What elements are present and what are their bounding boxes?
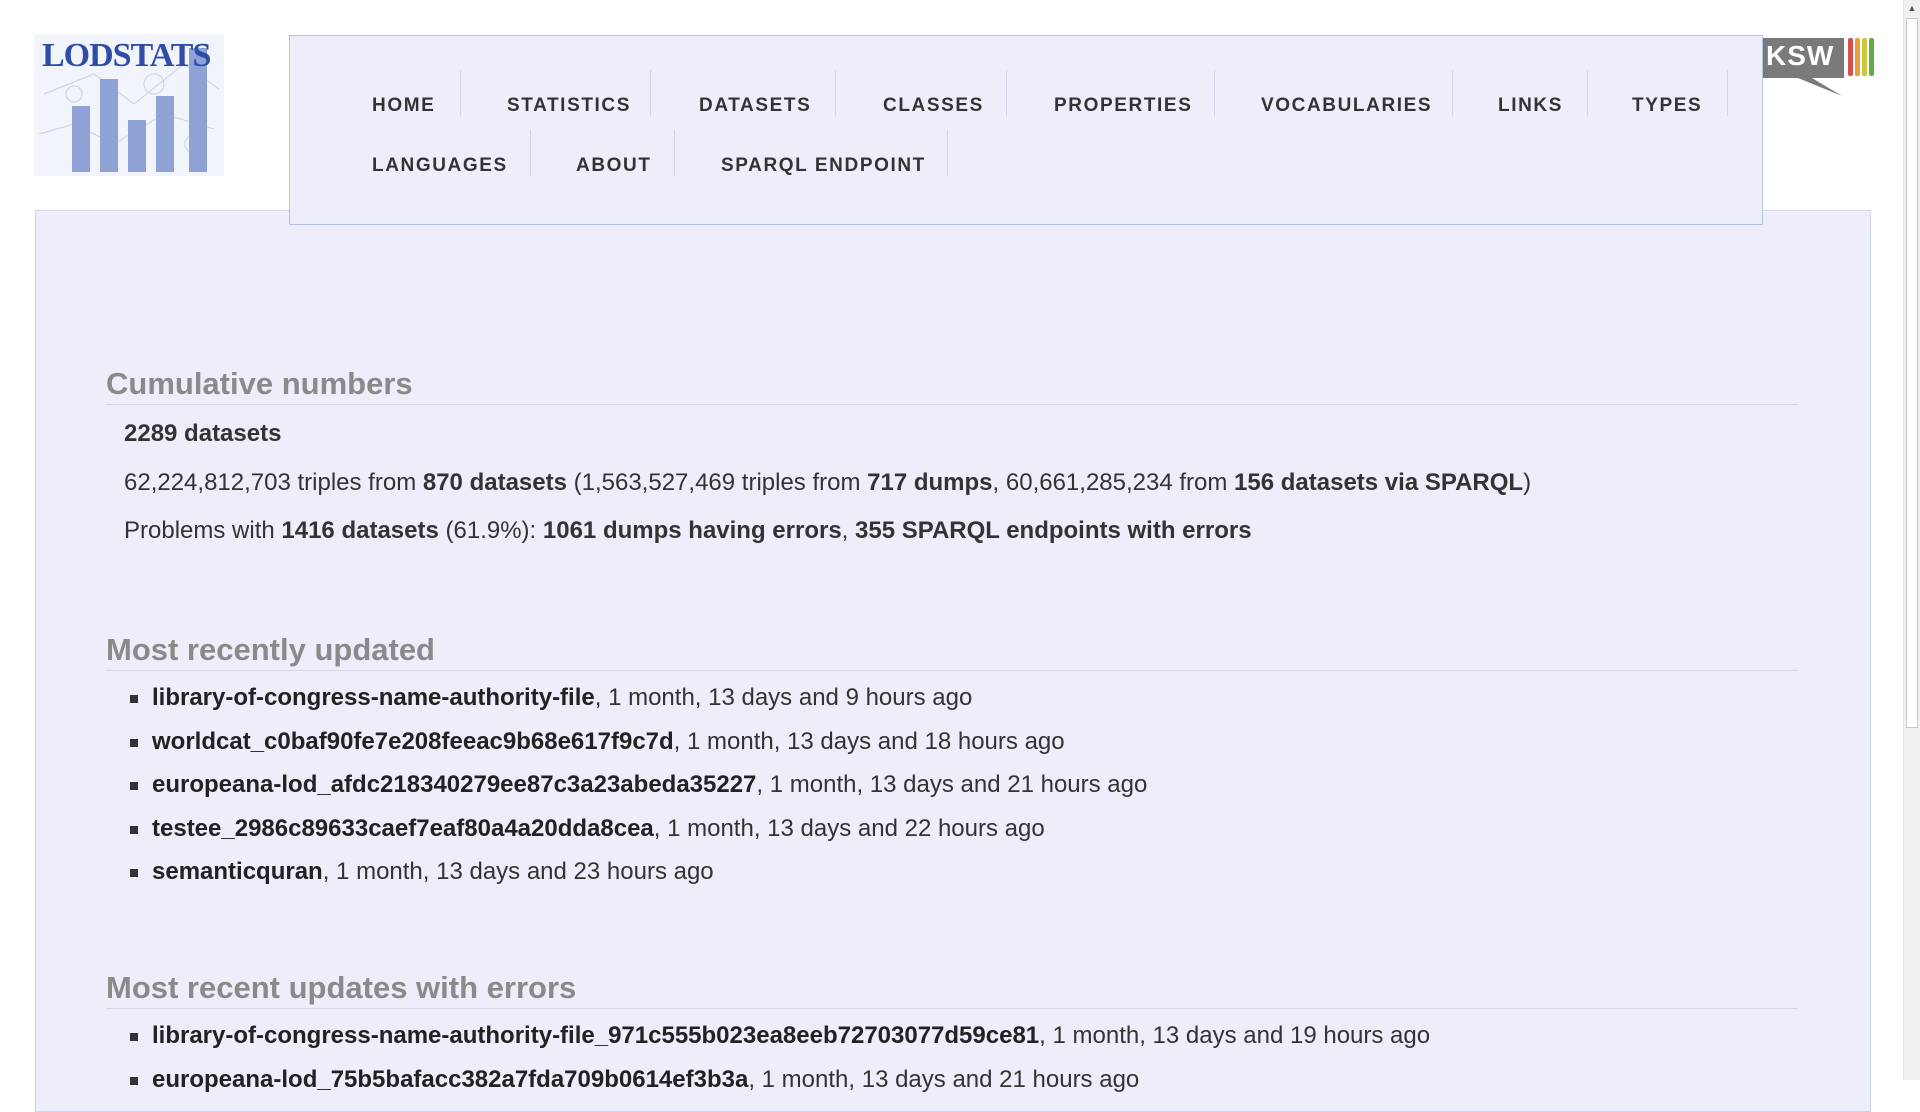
nav-separator <box>460 70 461 116</box>
errors-heading: Most recent updates with errors <box>106 970 1798 1009</box>
problems-datasets: 1416 datasets <box>281 517 439 544</box>
nav-statistics[interactable]: STATISTICS <box>507 83 631 129</box>
nav-separator <box>530 130 531 176</box>
logo-text: LODSTATS <box>42 37 211 74</box>
dataset-link[interactable]: library-of-congress-name-authority-file <box>152 684 595 711</box>
list-item: europeana-lod_afdc218340279ee87c3a23abed… <box>130 768 1147 812</box>
nav-separator <box>1006 70 1007 116</box>
list-item: worldcat_c0baf90fe7e208feeac9b68e617f9c7… <box>130 725 1147 769</box>
nav-separator <box>650 70 651 116</box>
dataset-link[interactable]: europeana-lod_afdc218340279ee87c3a23abed… <box>152 771 756 798</box>
list-item: library-of-congress-name-authority-file_… <box>130 1019 1430 1063</box>
dataset-link[interactable]: worldcat_c0baf90fe7e208feeac9b68e617f9c7… <box>152 728 674 755</box>
updated-time: , 1 month, 13 days and 21 hours ago <box>748 1065 1140 1093</box>
dump-triples: 1,563,527,469 <box>581 469 736 496</box>
nav-separator <box>1214 70 1215 116</box>
updated-time: , 1 month, 13 days and 23 hours ago <box>322 858 714 885</box>
list-item: testee_2986c89633caef7eaf80a4a20dda8cea,… <box>130 812 1147 856</box>
dataset-link[interactable]: library-of-congress-name-authority-file_… <box>152 1022 1039 1049</box>
nav-properties[interactable]: PROPERTIES <box>1054 83 1192 129</box>
triples-total: 62,224,812,703 <box>124 469 291 496</box>
text-fragment: ) <box>1523 469 1532 496</box>
aksw-logo[interactable]: KSW <box>1762 34 1874 100</box>
recent-list: library-of-congress-name-authority-file,… <box>130 681 1147 899</box>
vertical-scrollbar[interactable]: ▲ <box>1903 0 1920 1080</box>
updated-time: , 1 month, 13 days and 19 hours ago <box>1039 1022 1431 1049</box>
problems-percent: (61.9%): <box>438 517 543 544</box>
nav-separator <box>835 70 836 116</box>
nav-separator <box>1452 70 1453 116</box>
triples-summary: 62,224,812,703 triples from 870 datasets… <box>124 469 1531 497</box>
nav-separator <box>1587 70 1588 116</box>
problems-summary: Problems with 1416 datasets (61.9%): 106… <box>124 517 1252 545</box>
errors-list: library-of-congress-name-authority-file_… <box>130 1019 1430 1106</box>
datasets-total: 2289 datasets <box>124 420 282 447</box>
lodstats-logo[interactable]: LODSTATS <box>34 34 224 176</box>
nav-separator <box>947 130 948 176</box>
nav-about[interactable]: ABOUT <box>576 143 652 189</box>
nav-links[interactable]: LINKS <box>1498 83 1563 129</box>
text-fragment: ( <box>566 469 582 496</box>
scroll-up-arrow-icon[interactable]: ▲ <box>1904 0 1920 16</box>
nav-separator <box>1727 70 1728 116</box>
main-nav: HOME STATISTICS DATASETS CLASSES PROPERT… <box>289 35 1763 225</box>
nav-vocabularies[interactable]: VOCABULARIES <box>1261 83 1432 129</box>
dataset-link[interactable]: semanticquran <box>152 858 323 885</box>
nav-home[interactable]: HOME <box>372 83 435 129</box>
nav-datasets[interactable]: DATASETS <box>699 83 811 129</box>
updated-time: , 1 month, 13 days and 9 hours ago <box>594 684 973 711</box>
updated-time: , 1 month, 13 days and 22 hours ago <box>653 814 1045 842</box>
sparql-datasets: 156 datasets via SPARQL <box>1234 469 1524 496</box>
text-fragment: , <box>992 469 1006 496</box>
updated-time: , 1 month, 13 days and 18 hours ago <box>673 727 1065 755</box>
text-fragment: Problems with <box>124 517 282 544</box>
aksw-logo-text: KSW <box>1766 40 1835 71</box>
recent-heading: Most recently updated <box>106 632 1798 671</box>
scrollbar-thumb[interactable] <box>1906 18 1918 728</box>
nav-sparql-endpoint[interactable]: SPARQL ENDPOINT <box>721 143 926 189</box>
datasets-count: 870 datasets <box>422 469 567 496</box>
list-item: semanticquran, 1 month, 13 days and 23 h… <box>130 855 1147 899</box>
nav-classes[interactable]: CLASSES <box>883 83 984 129</box>
text-fragment: triples from <box>290 469 423 496</box>
dataset-link[interactable]: testee_2986c89633caef7eaf80a4a20dda8cea <box>152 815 654 842</box>
sparql-errors: 355 SPARQL endpoints with errors <box>855 517 1252 544</box>
cumulative-heading: Cumulative numbers <box>106 366 1798 405</box>
updated-time: , 1 month, 13 days and 21 hours ago <box>756 771 1148 798</box>
nav-languages[interactable]: LANGUAGES <box>372 143 508 189</box>
text-fragment: from <box>1172 469 1235 496</box>
dumps-errors: 1061 dumps having errors <box>542 517 842 544</box>
list-item: europeana-lod_75b5bafacc382a7fda709b0614… <box>130 1063 1430 1107</box>
dataset-link[interactable]: europeana-lod_75b5bafacc382a7fda709b0614… <box>152 1066 748 1093</box>
sparql-triples: 60,661,285,234 <box>1005 469 1173 496</box>
nav-separator <box>674 130 675 176</box>
nav-types[interactable]: TYPES <box>1632 83 1702 129</box>
dumps-count: 717 dumps <box>867 469 993 496</box>
list-item: library-of-congress-name-authority-file,… <box>130 681 1147 725</box>
text-fragment: , <box>841 517 856 544</box>
text-fragment: triples from <box>735 469 868 496</box>
